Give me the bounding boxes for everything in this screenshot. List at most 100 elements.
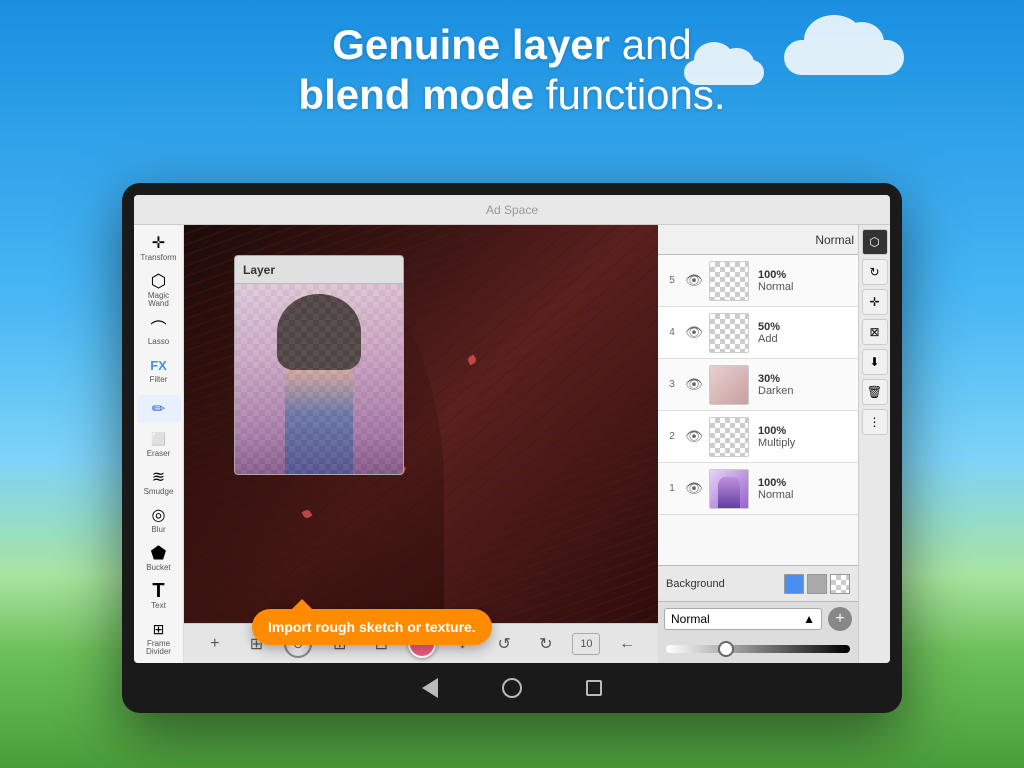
layer-3-visibility[interactable]: 👁 [682,373,706,397]
tablet-frame: Ad Space ✛ Transform ⬡ Magic Wand [122,183,902,713]
background-row: Background [658,565,858,601]
layer-5-opacity: 100% [758,269,854,281]
layer-4-info: 50% Add [752,321,854,345]
import-tooltip: Import rough sketch or texture. [252,609,492,645]
blend-mode-value: Normal [671,612,710,626]
zoom-indicator[interactable]: 10 [572,633,600,655]
action-btn-2[interactable]: ↻ [862,259,888,285]
layer-5-visibility[interactable]: 👁 [682,269,706,293]
layer-3-mode: Darken [758,385,854,397]
layer-2-mode: Multiply [758,437,854,449]
bg-swatch-blue[interactable] [784,574,804,594]
layer-row-3[interactable]: 3 👁 30% Darken [658,359,858,411]
layer-2-opacity: 100% [758,425,854,437]
layer-1-visibility[interactable]: 👁 [682,477,706,501]
layer-panel-container: Normal 5 👁 100% Normal [658,225,858,663]
bg-swatch-transparent[interactable] [830,574,850,594]
background-label: Background [666,578,725,590]
layer-row-5[interactable]: 5 👁 100% Normal [658,255,858,307]
action-btn-5[interactable]: ⬇ [862,349,888,375]
layer-1-opacity: 100% [758,477,854,489]
layer-4-visibility[interactable]: 👁 [682,321,706,345]
layer-3-info: 30% Darken [752,373,854,397]
android-recents-icon [586,680,602,696]
eraser-icon: ⬜ [148,428,170,450]
undo-btn[interactable]: ↺ [489,629,519,659]
layer-5-thumb [709,261,749,301]
blend-mode-chevron: ▲ [803,612,815,626]
action-btn-4[interactable]: ⊠ [862,319,888,345]
bg-swatch-gray[interactable] [807,574,827,594]
headline: Genuine layer and blend mode functions. [0,20,1024,121]
headline-bold-1: Genuine layer [332,21,610,68]
layer-3-thumb [709,365,749,405]
layer-row-1[interactable]: 1 👁 100% Normal [658,463,858,515]
lasso-label: Lasso [148,338,169,346]
blur-label: Blur [151,526,165,534]
add-blend-btn[interactable]: + [828,607,852,631]
tool-magic-wand[interactable]: ⬡ Magic Wand [137,267,181,311]
blend-mode-selector[interactable]: Normal ▲ [664,608,822,630]
tooltip-text: Import rough sketch or texture. [268,619,476,635]
android-recents-btn[interactable] [583,677,605,699]
add-layer-btn[interactable]: + [200,629,230,659]
layer-4-num: 4 [662,327,682,338]
layer-4-opacity: 50% [758,321,854,333]
magic-wand-label: Magic Wand [139,292,179,308]
main-area: ✛ Transform ⬡ Magic Wand ⌒ Lasso FX [134,225,890,663]
tool-lasso[interactable]: ⌒ Lasso [137,313,181,349]
frame-divider-icon: ⊞ [148,618,170,640]
app-ui: Ad Space ✛ Transform ⬡ Magic Wand [134,195,890,663]
opacity-handle [718,641,734,657]
layer-row-4[interactable]: 4 👁 50% Add [658,307,858,359]
layer-preview-panel: Layer [234,255,404,475]
layer-2-thumb [709,417,749,457]
android-home-btn[interactable] [501,677,523,699]
action-btn-6[interactable]: 🗑 [862,379,888,405]
layer-1-thumb [709,469,749,509]
blend-mode-top-row: Normal [658,225,858,255]
tool-frame-divider[interactable]: ⊞ Frame Divider [137,615,181,659]
layer-3-num: 3 [662,379,682,390]
layer-2-info: 100% Multiply [752,425,854,449]
action-btn-3[interactable]: ✛ [862,289,888,315]
filter-icon: FX [148,354,170,376]
action-btn-1[interactable]: ⬡ [862,229,888,255]
tool-blur[interactable]: ◎ Blur [137,501,181,537]
layer-preview-header: Layer [235,256,403,284]
layer-5-info: 100% Normal [752,269,854,293]
text-icon: T [148,580,170,602]
tool-text[interactable]: T Text [137,577,181,613]
action-btn-dots[interactable]: ⋮ [862,409,888,435]
tool-eraser[interactable]: ⬜ Eraser [137,425,181,461]
tool-transform[interactable]: ✛ Transform [137,229,181,265]
tool-pen[interactable]: ✏ [137,395,181,423]
back-btn[interactable]: ← [612,629,642,659]
headline-normal-1: and [622,21,692,68]
android-back-btn[interactable] [419,677,441,699]
redo-btn[interactable]: ↻ [531,629,561,659]
filter-label: Filter [150,376,168,384]
android-navbar [134,663,890,713]
smudge-label: Smudge [144,488,174,496]
transform-label: Transform [140,254,176,262]
tool-smudge[interactable]: ≋ Smudge [137,463,181,499]
eraser-label: Eraser [147,450,171,458]
tool-filter[interactable]: FX Filter [137,351,181,387]
tool-bucket[interactable]: ⬟ Bucket [137,539,181,575]
transform-icon: ✛ [148,232,170,254]
layer-preview-image [235,284,403,474]
headline-normal-2: functions. [546,71,726,118]
smudge-icon: ≋ [148,466,170,488]
layer-5-num: 5 [662,275,682,286]
blend-mode-top-label: Normal [815,233,854,247]
blur-icon: ◎ [148,504,170,526]
canvas-area[interactable]: Layer [184,225,658,663]
layer-2-visibility[interactable]: 👁 [682,425,706,449]
bucket-label: Bucket [146,564,170,572]
magic-wand-icon: ⬡ [148,270,170,292]
frame-divider-label: Frame Divider [139,640,179,656]
android-back-icon [422,678,438,698]
opacity-slider[interactable] [666,645,850,653]
layer-row-2[interactable]: 2 👁 100% Multiply [658,411,858,463]
